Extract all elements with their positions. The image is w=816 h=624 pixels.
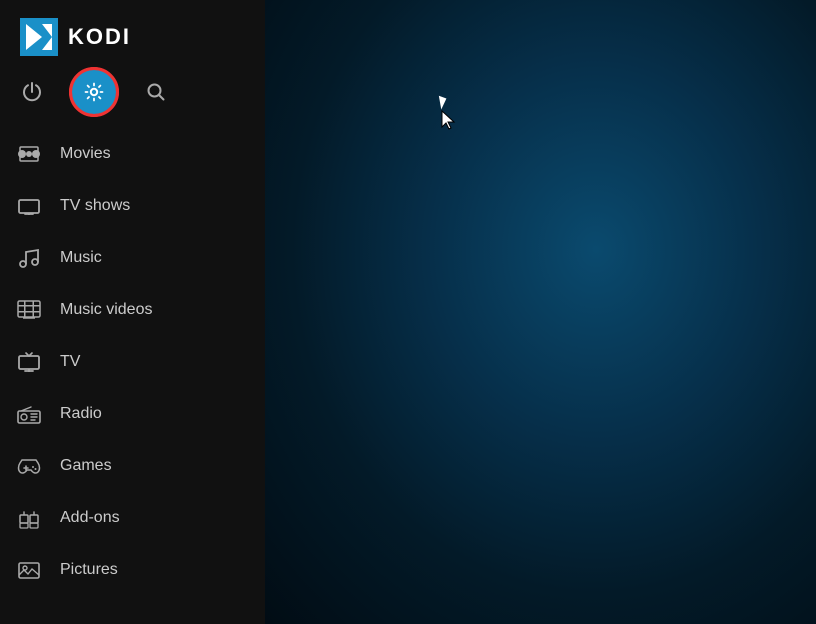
add-ons-label: Add-ons [60, 509, 120, 527]
music-videos-icon [16, 297, 42, 323]
radio-label: Radio [60, 405, 102, 423]
power-button[interactable] [10, 70, 54, 114]
search-button[interactable] [134, 70, 178, 114]
radio-icon [16, 401, 42, 427]
sidebar-item-games[interactable]: Games [0, 440, 265, 492]
sidebar-item-pictures[interactable]: Pictures [0, 544, 265, 596]
logo-area: KODI [0, 0, 265, 70]
power-icon [21, 81, 43, 103]
sidebar-item-music-videos[interactable]: Music videos [0, 284, 265, 336]
sidebar-item-tv[interactable]: TV [0, 336, 265, 388]
add-ons-icon [16, 505, 42, 531]
music-label: Music [60, 249, 102, 267]
movies-icon [16, 141, 42, 167]
sidebar-item-tv-shows[interactable]: TV shows [0, 180, 265, 232]
settings-button[interactable] [72, 70, 116, 114]
kodi-logo-icon [20, 18, 58, 56]
sidebar-item-movies[interactable]: Movies [0, 128, 265, 180]
sidebar: KODI [0, 0, 265, 624]
games-icon [16, 453, 42, 479]
tv-shows-icon [16, 193, 42, 219]
pictures-label: Pictures [60, 561, 118, 579]
tv-shows-label: TV shows [60, 197, 130, 215]
main-content [265, 0, 816, 624]
gear-icon [83, 81, 105, 103]
music-icon [16, 245, 42, 271]
app-title: KODI [68, 24, 131, 50]
tv-label: TV [60, 353, 80, 371]
music-videos-label: Music videos [60, 301, 152, 319]
nav-menu: Movies TV shows Music [0, 128, 265, 624]
tv-icon [16, 349, 42, 375]
sidebar-item-music[interactable]: Music [0, 232, 265, 284]
top-icons-bar [0, 70, 265, 128]
sidebar-item-add-ons[interactable]: Add-ons [0, 492, 265, 544]
pictures-icon [16, 557, 42, 583]
sidebar-item-radio[interactable]: Radio [0, 388, 265, 440]
search-icon [145, 81, 167, 103]
games-label: Games [60, 457, 112, 475]
movies-label: Movies [60, 145, 111, 163]
